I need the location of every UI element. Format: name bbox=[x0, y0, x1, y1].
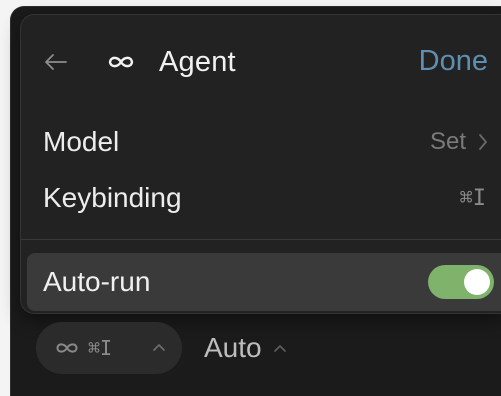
keybinding-value: ⌘I bbox=[459, 185, 487, 211]
keybinding-row[interactable]: Keybinding ⌘I bbox=[21, 171, 501, 225]
model-selector-button[interactable]: Auto bbox=[204, 328, 288, 368]
keybinding-label: Keybinding bbox=[43, 182, 182, 213]
infinity-icon bbox=[105, 47, 137, 77]
toggle-knob bbox=[464, 269, 490, 295]
autorun-label: Auto-run bbox=[43, 266, 151, 297]
model-row[interactable]: Model Set bbox=[21, 115, 501, 169]
divider bbox=[21, 239, 501, 240]
done-button[interactable]: Done bbox=[419, 45, 488, 78]
chevron-up-icon bbox=[150, 338, 168, 356]
pill-shortcut: ⌘I bbox=[88, 336, 113, 360]
infinity-icon bbox=[52, 336, 82, 360]
autorun-toggle[interactable] bbox=[428, 265, 494, 299]
chevron-right-icon bbox=[476, 131, 490, 153]
chevron-up-icon bbox=[272, 340, 288, 356]
autorun-row[interactable]: Auto-run bbox=[27, 253, 501, 311]
popover-title: Agent bbox=[159, 46, 236, 78]
model-value: Set bbox=[429, 128, 466, 155]
popover-header: Agent Done bbox=[21, 15, 501, 107]
model-selector-label: Auto bbox=[204, 332, 262, 363]
model-label: Model bbox=[43, 126, 120, 157]
mode-selector-pill[interactable]: ⌘I bbox=[36, 322, 182, 374]
agent-settings-popover: Agent Done Model Set Keybinding ⌘I Auto-… bbox=[20, 14, 501, 314]
arrow-left-icon[interactable] bbox=[41, 47, 71, 77]
